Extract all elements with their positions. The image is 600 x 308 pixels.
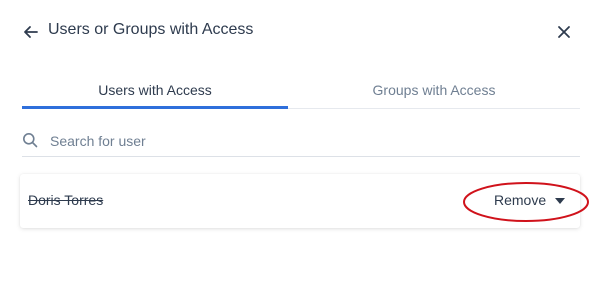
page-title: Users or Groups with Access	[48, 21, 254, 38]
back-arrow-icon[interactable]	[21, 22, 41, 42]
caret-down-icon	[555, 198, 565, 204]
remove-dropdown-button[interactable]: Remove	[490, 189, 574, 213]
user-name: Doris Torres	[28, 192, 104, 208]
dialog-header: Users or Groups with Access	[0, 0, 600, 64]
search-input[interactable]	[48, 128, 572, 154]
remove-label: Remove	[494, 192, 547, 208]
tab-users-with-access[interactable]: Users with Access	[22, 76, 288, 109]
close-icon[interactable]	[555, 23, 573, 41]
tab-groups-with-access[interactable]: Groups with Access	[288, 76, 580, 106]
search-bar	[22, 124, 580, 157]
user-row: Doris Torres Remove	[20, 174, 580, 228]
access-tabs: Users with Access Groups with Access	[22, 76, 580, 109]
search-icon	[23, 133, 38, 148]
